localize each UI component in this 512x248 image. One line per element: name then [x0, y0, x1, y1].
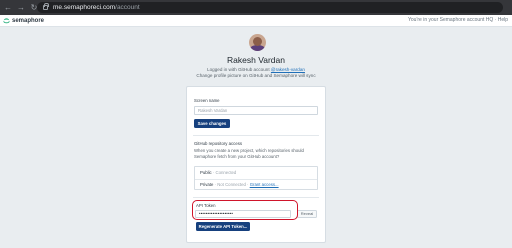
logged-in-text: Logged in with GitHub account @rakesh-va…: [207, 67, 305, 72]
user-name: Rakesh Vardan: [227, 55, 285, 65]
url-host: me.semaphoreci.com: [53, 4, 116, 11]
grant-access-link[interactable]: Grant access...: [250, 182, 279, 187]
public-access-row: Public · Connected: [200, 170, 237, 175]
change-picture-text: Change profile picture on GitHub and Sem…: [196, 73, 316, 78]
divider: [193, 197, 319, 198]
github-access-label: GitHub repository access: [194, 141, 243, 146]
regenerate-api-token-button[interactable]: Regenerate API Token...: [196, 222, 250, 231]
header-help-text[interactable]: You're in your Semaphore account HQ · He…: [408, 17, 508, 23]
avatar: [249, 34, 266, 51]
api-token-highlight-outline: [192, 200, 298, 220]
reveal-token-button[interactable]: Reveal: [297, 210, 317, 218]
browser-toolbar: ← → ↻ me.semaphoreci.com/account: [0, 0, 512, 15]
github-handle-link[interactable]: @rakesh-vardan: [271, 67, 305, 72]
forward-arrow-icon[interactable]: →: [16, 2, 26, 14]
screen-name-label: Screen name: [194, 98, 220, 103]
logo-text[interactable]: semaphore: [12, 18, 44, 24]
app-header: semaphore You're in your Semaphore accou…: [0, 15, 512, 27]
save-changes-button[interactable]: Save changes: [194, 119, 230, 128]
github-access-description: When you create a new project, which rep…: [194, 148, 304, 159]
repository-access-box: Public · Connected Private · Not Connect…: [194, 166, 318, 190]
url-path: /account: [115, 4, 140, 11]
screen-name-input[interactable]: Rakesh Vardan: [194, 106, 318, 115]
semaphore-logo-icon[interactable]: [3, 17, 10, 24]
private-access-row: Private · Not Connected · Grant access..…: [200, 182, 279, 187]
address-bar[interactable]: me.semaphoreci.com/account: [37, 2, 503, 13]
divider: [193, 135, 319, 136]
lock-icon: [43, 3, 49, 10]
back-arrow-icon[interactable]: ←: [3, 2, 13, 14]
